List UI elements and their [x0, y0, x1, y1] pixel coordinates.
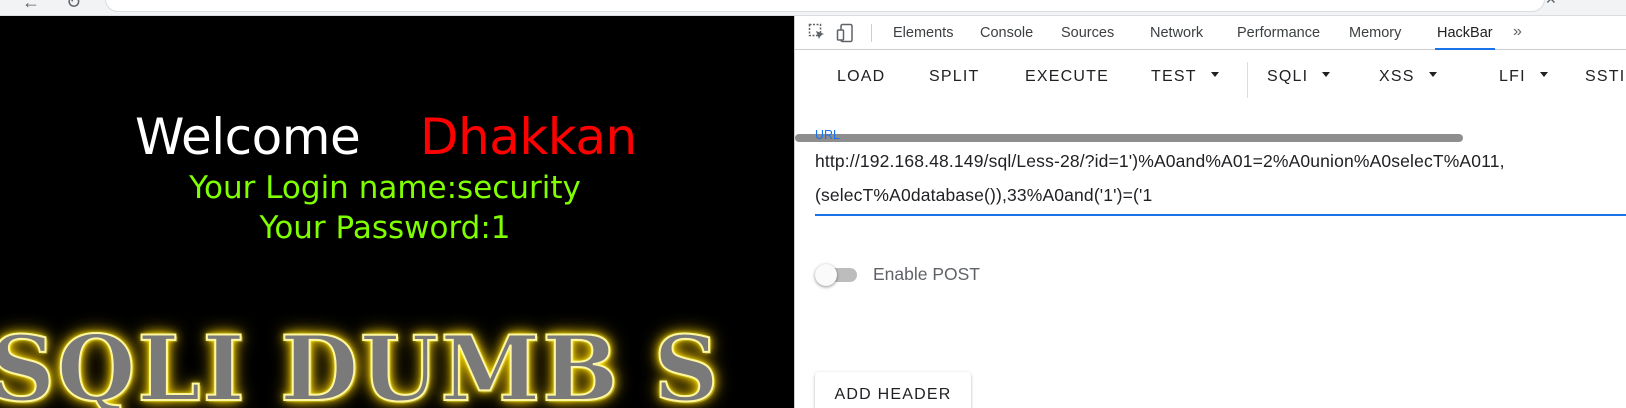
url-input[interactable]: http://192.168.48.149/sql/Less-28/?id=1'…	[815, 144, 1626, 212]
hackbar-toolbar: LOAD SPLIT EXECUTE TEST SQLI XSS LFI SST…	[795, 50, 1626, 142]
close-icon[interactable]: ✕	[1545, 0, 1557, 8]
chevron-down-icon	[1539, 72, 1548, 78]
lfi-button-label: LFI	[1499, 68, 1526, 85]
login-name-text: Your Login name:security	[189, 170, 581, 206]
web-page: Welcome Dhakkan Your Login name:security…	[0, 16, 794, 408]
devtools-panel: Elements Console Sources Network Perform…	[794, 16, 1626, 408]
back-icon[interactable]: ←	[22, 0, 40, 13]
load-button-label: LOAD	[837, 68, 886, 85]
tab-hackbar[interactable]: HackBar	[1435, 16, 1495, 50]
password-text: Your Password:1	[259, 210, 511, 246]
divider	[871, 24, 872, 42]
inspect-element-icon[interactable]	[807, 23, 827, 43]
toolbar-scrollbar[interactable]	[795, 134, 1463, 142]
tab-console[interactable]: Console	[980, 16, 1033, 50]
url-line-2: (selecT%A0database()),33%A0and('1')=('1	[815, 185, 1153, 205]
welcome-text: Welcome	[135, 108, 361, 166]
tab-sources[interactable]: Sources	[1061, 16, 1114, 50]
execute-button-label: EXECUTE	[1025, 68, 1109, 85]
ssti-dropdown-button[interactable]: SSTI	[1585, 68, 1625, 86]
enable-post-label: Enable POST	[873, 264, 980, 284]
url-label: URL	[815, 128, 841, 142]
ssti-button-label: SSTI	[1585, 68, 1626, 85]
test-dropdown-button[interactable]: TEST	[1151, 68, 1219, 86]
banner-image: SQLI DUMB S	[0, 316, 721, 408]
sqli-button-label: SQLI	[1267, 68, 1309, 85]
tab-elements[interactable]: Elements	[893, 16, 953, 50]
chevron-down-icon	[1322, 72, 1331, 78]
url-input-underline	[815, 214, 1626, 216]
chevron-down-icon	[1428, 72, 1437, 78]
execute-button[interactable]: EXECUTE	[1025, 68, 1109, 86]
reload-icon[interactable]: ↻	[66, 0, 81, 13]
toggle-thumb	[815, 264, 837, 286]
split-button-label: SPLIT	[929, 68, 980, 85]
welcome-name: Dhakkan	[420, 108, 637, 166]
device-toolbar-icon[interactable]	[835, 23, 855, 43]
toolbar-divider	[1247, 62, 1248, 98]
browser-address-strip: ← ↻ ✕	[0, 0, 1626, 16]
xss-button-label: XSS	[1379, 68, 1415, 85]
split-button[interactable]: SPLIT	[929, 68, 979, 86]
enable-post-toggle[interactable]	[815, 263, 859, 287]
screen: ← ↻ ✕ Welcome Dhakkan Your Login name:se…	[0, 0, 1626, 408]
address-bar[interactable]	[105, 0, 1545, 12]
chevron-down-icon	[1210, 72, 1219, 78]
xss-dropdown-button[interactable]: XSS	[1379, 68, 1437, 86]
more-tabs-icon[interactable]: »	[1513, 16, 1522, 50]
tab-memory[interactable]: Memory	[1349, 16, 1401, 50]
test-button-label: TEST	[1151, 68, 1197, 85]
add-header-button[interactable]: ADD HEADER	[815, 372, 971, 408]
lfi-dropdown-button[interactable]: LFI	[1499, 68, 1548, 86]
url-line-1: http://192.168.48.149/sql/Less-28/?id=1'…	[815, 151, 1505, 171]
load-button[interactable]: LOAD	[837, 68, 885, 86]
tab-performance[interactable]: Performance	[1237, 16, 1320, 50]
devtools-tab-bar: Elements Console Sources Network Perform…	[795, 16, 1626, 50]
sqli-dropdown-button[interactable]: SQLI	[1267, 68, 1331, 86]
tab-network[interactable]: Network	[1150, 16, 1203, 50]
